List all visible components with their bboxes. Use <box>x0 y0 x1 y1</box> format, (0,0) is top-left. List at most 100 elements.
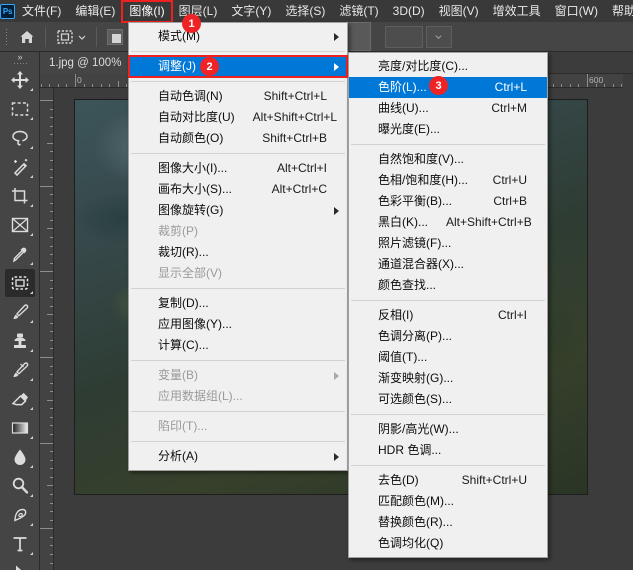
menu-select[interactable]: 选择(S) <box>278 1 332 22</box>
menu-item[interactable]: 色彩平衡(B)... Ctrl+B <box>349 191 547 212</box>
menu-item-label: 匹配颜色(M)... <box>378 494 454 508</box>
menu-item[interactable]: 通道混合器(X)... <box>349 254 547 275</box>
menu-file[interactable]: 文件(F) <box>15 1 68 22</box>
menu-item[interactable]: 色调分离(P)... <box>349 326 547 347</box>
menu-item[interactable]: 模式(M) <box>129 26 347 47</box>
path-selection-tool[interactable] <box>5 559 35 570</box>
ruler-tick <box>50 237 53 239</box>
pattern-swatch[interactable] <box>102 24 128 49</box>
menu-item[interactable]: 应用图像(Y)... <box>129 314 347 335</box>
canvas-scrollbar-sliver[interactable] <box>623 74 633 234</box>
menu-item[interactable]: 计算(C)... <box>129 335 347 356</box>
menu-item-label: 裁切(R)... <box>158 245 209 259</box>
menu-item[interactable]: 亮度/对比度(C)... <box>349 56 547 77</box>
menu-filter[interactable]: 滤镜(T) <box>332 1 385 22</box>
brush-tool[interactable] <box>5 298 35 326</box>
pattern-dropdown-button[interactable] <box>425 25 452 48</box>
options-bar-grip[interactable] <box>0 22 14 52</box>
menu-help[interactable]: 帮助(H) <box>605 1 633 22</box>
pattern-preview-box[interactable] <box>384 25 423 48</box>
menu-item-shortcut: Shift+Ctrl+B <box>262 131 327 145</box>
menu-item[interactable]: 照片滤镜(F)... <box>349 233 547 254</box>
menu-item[interactable]: 裁切(R)... <box>129 242 347 263</box>
ruler-tick <box>50 211 53 213</box>
ruler-tick <box>569 84 571 87</box>
lasso-tool[interactable] <box>5 124 35 152</box>
menu-item[interactable]: 色调均化(Q) <box>349 533 547 554</box>
menu-item[interactable]: 阈值(T)... <box>349 347 547 368</box>
ruler-tick <box>100 84 102 87</box>
eraser-tool[interactable] <box>5 385 35 413</box>
menu-item-shortcut: Alt+Ctrl+C <box>271 182 327 196</box>
menu-item[interactable]: 自动色调(N) Shift+Ctrl+L <box>129 86 347 107</box>
gradient-tool[interactable] <box>5 414 35 442</box>
vertical-ruler[interactable] <box>40 88 54 570</box>
menu-item[interactable]: 色相/饱和度(H)... Ctrl+U <box>349 170 547 191</box>
menu-item[interactable]: 可选颜色(S)... <box>349 389 547 410</box>
history-brush-tool[interactable] <box>5 356 35 384</box>
menu-item[interactable]: 复制(D)... <box>129 293 347 314</box>
ruler-tick <box>50 339 53 341</box>
crop-tool[interactable] <box>5 182 35 210</box>
menu-item[interactable]: 替换颜色(R)... <box>349 512 547 533</box>
menu-item[interactable]: 图像旋转(G) <box>129 200 347 221</box>
menu-edit[interactable]: 编辑(E) <box>68 1 122 22</box>
menu-view[interactable]: 视图(V) <box>432 1 486 22</box>
menu-item[interactable]: 自动对比度(U) Alt+Shift+Ctrl+L <box>129 107 347 128</box>
frame-tool[interactable] <box>5 211 35 239</box>
ruler-tick <box>40 528 53 530</box>
menu-item[interactable]: 自然饱和度(V)... <box>349 149 547 170</box>
menu-item[interactable]: HDR 色调... <box>349 440 547 461</box>
menu-item[interactable]: 反相(I) Ctrl+I <box>349 305 547 326</box>
menu-item[interactable]: 渐变映射(G)... <box>349 368 547 389</box>
type-tool[interactable] <box>5 530 35 558</box>
menu-separator <box>131 360 345 361</box>
menu-item-label: 自动对比度(U) <box>158 110 235 124</box>
toolbar-collapse-button[interactable]: » <box>0 52 40 62</box>
ruler-tick <box>50 245 53 247</box>
menu-item-label: 自动色调(N) <box>158 89 223 103</box>
menu-item-label: 计算(C)... <box>158 338 209 352</box>
menu-item[interactable]: 图像大小(I)... Alt+Ctrl+I <box>129 158 347 179</box>
menu-item[interactable]: 调整(J) <box>128 55 348 78</box>
menu-type[interactable]: 文字(Y) <box>224 1 278 22</box>
tool-preset-picker[interactable] <box>51 28 91 46</box>
menu-item[interactable]: 曲线(U)... Ctrl+M <box>349 98 547 119</box>
ruler-tick <box>92 84 94 87</box>
menu-item[interactable]: 分析(A) <box>129 446 347 467</box>
home-icon[interactable] <box>14 25 40 49</box>
menu-item[interactable]: 匹配颜色(M)... <box>349 491 547 512</box>
submenu-arrow-icon <box>334 206 339 215</box>
menu-item[interactable]: 黑白(K)... Alt+Shift+Ctrl+B <box>349 212 547 233</box>
ruler-tick <box>587 74 588 87</box>
dodge-tool[interactable] <box>5 472 35 500</box>
menu-separator <box>131 81 345 82</box>
move-tool[interactable] <box>5 66 35 94</box>
menu-item-label: 照片滤镜(F)... <box>378 236 452 250</box>
pen-tool[interactable] <box>5 501 35 529</box>
menu-item[interactable]: 颜色查找... <box>349 275 547 296</box>
lasso-icon <box>11 130 28 146</box>
clone-stamp-tool[interactable] <box>5 327 35 355</box>
menu-item[interactable]: 色阶(L)... Ctrl+L <box>349 77 547 98</box>
blur-tool[interactable] <box>5 443 35 471</box>
menu-window[interactable]: 窗口(W) <box>548 1 605 22</box>
magic-wand-tool[interactable] <box>5 153 35 181</box>
menu-item[interactable]: 画布大小(S)... Alt+Ctrl+C <box>129 179 347 200</box>
menu-item[interactable]: 自动颜色(O) Shift+Ctrl+B <box>129 128 347 149</box>
rectangular-marquee-tool[interactable] <box>5 95 35 123</box>
document-tab[interactable]: 1.jpg @ 100% <box>40 52 131 74</box>
ruler-tick <box>50 391 53 393</box>
menu-item[interactable]: 曝光度(E)... <box>349 119 547 140</box>
menu-3d[interactable]: 3D(D) <box>386 1 432 22</box>
menu-image[interactable]: 图像(I) <box>121 0 173 23</box>
patch-tool[interactable] <box>4 269 35 297</box>
menu-plugins[interactable]: 增效工具 <box>486 1 548 22</box>
ruler-tick <box>50 322 53 324</box>
ruler-tick <box>47 399 53 401</box>
menu-item[interactable]: 去色(D) Shift+Ctrl+U <box>349 470 547 491</box>
menu-item[interactable]: 阴影/高光(W)... <box>349 419 547 440</box>
eyedropper-tool[interactable] <box>5 240 35 268</box>
ruler-tick <box>50 416 53 418</box>
ruler-tick <box>50 297 53 298</box>
